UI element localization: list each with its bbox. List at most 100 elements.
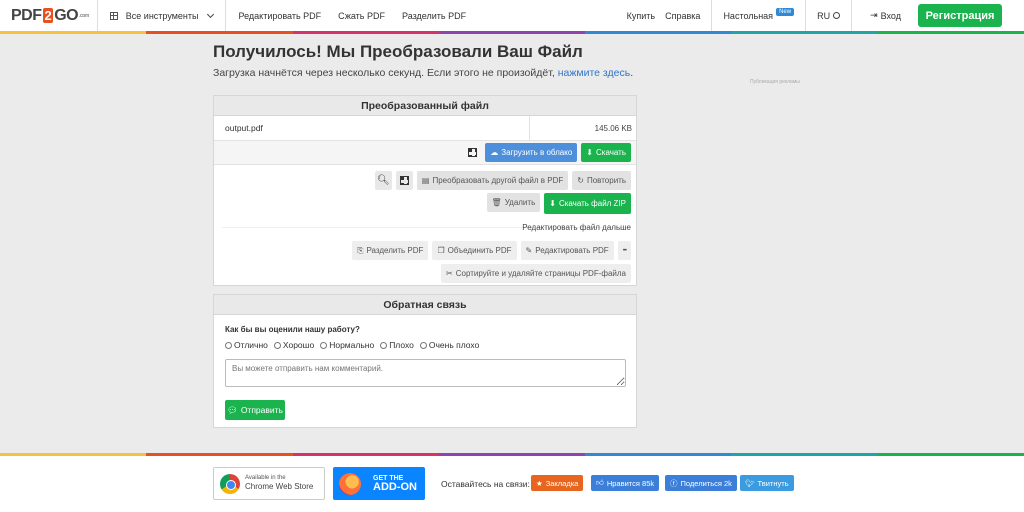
logo-text-2: 2 bbox=[42, 8, 54, 23]
radio-button[interactable] bbox=[273, 341, 281, 349]
pdf2go-logo[interactable]: PDF 2 GO .com bbox=[0, 0, 98, 31]
click-here-link[interactable]: нажмите здесь bbox=[558, 67, 630, 79]
refresh-icon: ↻ bbox=[577, 176, 584, 185]
merge-pdf-label: Объединить PDF bbox=[447, 246, 512, 255]
rating-option-very-bad[interactable]: Очень плохо bbox=[419, 340, 480, 350]
nav-edit-pdf[interactable]: Редактировать PDF bbox=[226, 0, 332, 31]
download-zip-button[interactable]: ⬇ Скачать файл ZIP bbox=[544, 193, 631, 214]
rating-option-normal[interactable]: Нормально bbox=[320, 340, 374, 350]
share-button[interactable]: ⓕ Поделиться 2k bbox=[665, 475, 737, 491]
convert-another-label: Преобразовать другой файл в PDF bbox=[432, 176, 564, 185]
chrome-web-store-badge[interactable]: Available in the Chrome Web Store bbox=[213, 467, 325, 500]
file-actions-row: ☁ Загрузить в облако ⬇ Скачать bbox=[214, 141, 636, 165]
chrome-badge-small: Available in the bbox=[245, 475, 286, 482]
rainbow-segment bbox=[877, 31, 1024, 34]
download-zip-label: Скачать файл ZIP bbox=[558, 199, 626, 208]
download-icon: ⬇ bbox=[586, 148, 593, 157]
chevron-down-icon bbox=[207, 10, 215, 18]
tweet-button[interactable]: 🐦︎ Твитнуть bbox=[740, 475, 794, 491]
search-icon: 🔍︎ bbox=[377, 175, 390, 186]
like-button[interactable]: 👍︎ Нравится 85k bbox=[591, 475, 660, 491]
ad-label: Публикация рекламы bbox=[750, 79, 800, 85]
convert-another-button[interactable]: ▤ Преобразовать другой файл в PDF bbox=[416, 171, 569, 190]
chrome-badge-text: Available in the Chrome Web Store bbox=[245, 475, 313, 492]
copy-icon: ❐ bbox=[437, 246, 445, 255]
nav-buy[interactable]: Купить bbox=[622, 0, 660, 31]
nav-help[interactable]: Справка bbox=[660, 0, 713, 31]
rainbow-segment bbox=[146, 31, 293, 34]
qr-code-icon bbox=[399, 176, 409, 185]
nav-desktop[interactable]: Настольная New bbox=[712, 0, 807, 31]
radio-button[interactable] bbox=[380, 341, 388, 349]
edit-further-label: Редактировать файл дальше bbox=[522, 223, 631, 232]
split-pdf-button[interactable]: ⎘ Разделить PDF bbox=[352, 241, 429, 260]
file-row: output.pdf 145.06 KB bbox=[214, 116, 636, 141]
tools-row-2: 🗑︎ Удалить ⬇ Скачать файл ZIP bbox=[486, 193, 636, 214]
radio-button[interactable] bbox=[225, 341, 232, 349]
rating-label: Очень плохо bbox=[428, 340, 480, 350]
converted-file-heading: Преобразованный файл bbox=[214, 96, 636, 116]
tools-row-4: ✂ Сортируйте и удаляйте страницы PDF-файл… bbox=[441, 264, 636, 283]
rainbow-segment bbox=[731, 31, 878, 34]
comment-textarea[interactable] bbox=[225, 359, 626, 387]
cloud-upload-icon: ☁ bbox=[490, 148, 499, 157]
rating-question: Как бы вы оценили нашу работу? bbox=[225, 325, 360, 334]
desktop-label: Настольная bbox=[723, 10, 774, 21]
rating-option-bad[interactable]: Плохо bbox=[380, 340, 414, 350]
send-feedback-button[interactable]: 💬︎ Отправить bbox=[225, 400, 285, 420]
footer: Available in the Chrome Web Store GET THE… bbox=[0, 456, 1024, 512]
edit-pdf-label: Редактировать PDF bbox=[535, 246, 609, 255]
globe-icon bbox=[833, 12, 841, 19]
repeat-button[interactable]: ↻ Повторить bbox=[572, 171, 631, 190]
qr-code-button-2[interactable] bbox=[395, 171, 413, 190]
all-tools-label: Все инструменты bbox=[125, 10, 199, 21]
download-button[interactable]: ⬇ Скачать bbox=[581, 143, 631, 162]
merge-pdf-button[interactable]: ❐ Объединить PDF bbox=[432, 241, 517, 260]
login-icon: ⇥ bbox=[870, 10, 878, 20]
register-button[interactable]: Регистрация bbox=[918, 4, 1002, 27]
rainbow-segment bbox=[585, 31, 732, 34]
search-button[interactable]: 🔍︎ bbox=[374, 171, 392, 190]
login-label: Вход bbox=[880, 10, 901, 21]
chat-icon: 💬︎ bbox=[227, 404, 238, 415]
all-tools-dropdown[interactable]: Все инструменты bbox=[98, 0, 227, 31]
language-selector[interactable]: RU bbox=[806, 0, 853, 31]
feedback-heading: Обратная связь bbox=[214, 295, 636, 315]
send-label: Отправить bbox=[240, 405, 283, 415]
more-button[interactable]: ••• bbox=[617, 241, 631, 260]
rating-option-good[interactable]: Хорошо bbox=[273, 340, 315, 350]
login-link[interactable]: ⇥ Вход bbox=[852, 0, 912, 31]
bookmark-button[interactable]: ★ Закладка bbox=[531, 475, 584, 491]
twitter-icon: 🐦︎ bbox=[745, 478, 755, 488]
delete-button[interactable]: 🗑︎ Удалить bbox=[486, 193, 541, 212]
page-title: Получилось! Мы Преобразовали Ваш Файл bbox=[213, 42, 583, 61]
scissors-icon: ✂ bbox=[446, 269, 453, 278]
top-navbar: PDF 2 GO .com Все инструменты Редактировать… bbox=[0, 0, 1024, 31]
file-name[interactable]: output.pdf bbox=[214, 116, 530, 140]
language-label: RU bbox=[817, 10, 831, 21]
upload-cloud-label: Загрузить в облако bbox=[501, 148, 573, 157]
logo-text-go: GO bbox=[54, 6, 79, 24]
upload-cloud-button[interactable]: ☁ Загрузить в облако bbox=[485, 143, 578, 162]
feedback-panel: Обратная связь Как бы вы оценили нашу ра… bbox=[213, 294, 637, 428]
split-icon: ⎘ bbox=[357, 245, 364, 255]
rating-label: Хорошо bbox=[282, 340, 315, 350]
stay-connected-label: Оставайтесь на связи: bbox=[441, 479, 530, 489]
firefox-badge-big: ADD-ON bbox=[373, 480, 417, 493]
firefox-addon-badge[interactable]: GET THE ADD-ON bbox=[333, 467, 425, 500]
nav-compress-pdf[interactable]: Сжать PDF bbox=[332, 0, 391, 31]
grid-icon bbox=[109, 11, 118, 20]
rainbow-stripe-top bbox=[0, 31, 1024, 34]
edit-pdf-button[interactable]: ✎ Редактировать PDF bbox=[520, 241, 614, 260]
sort-pages-button[interactable]: ✂ Сортируйте и удаляйте страницы PDF-файл… bbox=[441, 264, 631, 283]
radio-button[interactable] bbox=[320, 341, 328, 349]
nav-split-pdf[interactable]: Разделить PDF bbox=[391, 0, 477, 31]
tools-row-3: ⎘ Разделить PDF ❐ Объединить PDF ✎ Редактир… bbox=[352, 241, 636, 260]
rating-option-excellent[interactable]: Отлично bbox=[225, 340, 268, 350]
qr-code-button[interactable] bbox=[464, 143, 481, 162]
radio-button[interactable] bbox=[419, 341, 427, 349]
edit-icon: ✎ bbox=[525, 246, 533, 255]
new-badge: New bbox=[776, 7, 795, 16]
tools-row-1: 🔍︎ ▤ Преобразовать другой файл в PDF ↻ Пов… bbox=[374, 171, 636, 190]
repeat-label: Повторить bbox=[586, 176, 626, 185]
